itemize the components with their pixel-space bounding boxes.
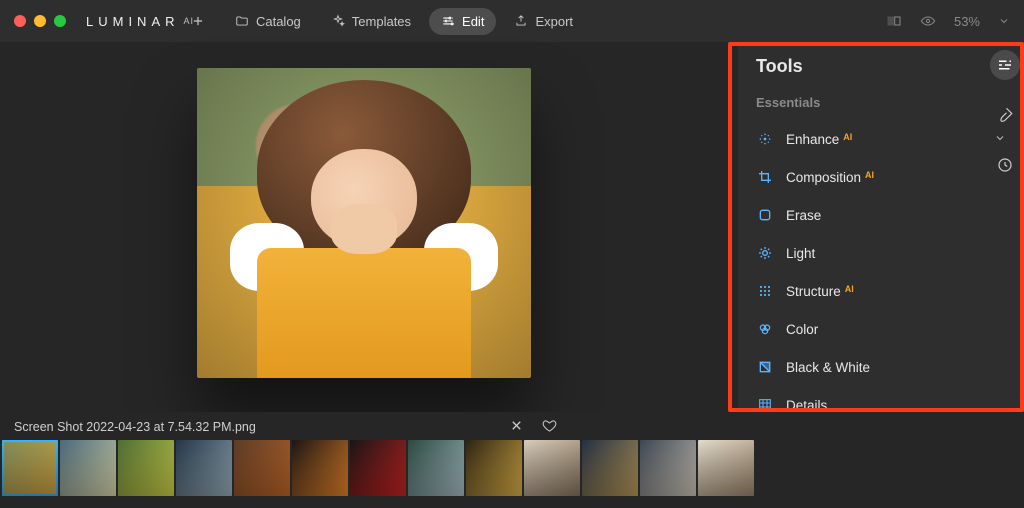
panel-history-button[interactable]	[990, 150, 1020, 180]
add-button[interactable]	[179, 8, 217, 35]
filmstrip-thumb[interactable]	[408, 440, 464, 496]
tool-label: Details	[786, 398, 1006, 413]
tool-label: EnhanceAI	[786, 132, 982, 147]
tab-templates[interactable]: Templates	[319, 8, 423, 35]
sliders-icon	[441, 14, 455, 28]
panel-sliders-button[interactable]	[990, 50, 1020, 80]
filmstrip-thumb[interactable]	[466, 440, 522, 496]
filmstrip-thumb[interactable]	[2, 440, 58, 496]
filmstrip-thumb[interactable]	[698, 440, 754, 496]
tool-light[interactable]: Light	[756, 234, 1006, 272]
filmstrip-thumb[interactable]	[640, 440, 696, 496]
tools-panel-wrap: Tools Essentials EnhanceAI CompositionAI E…	[728, 42, 1024, 412]
tools-panel: Tools Essentials EnhanceAI CompositionAI E…	[738, 42, 1024, 412]
tool-structure[interactable]: StructureAI	[756, 272, 1006, 310]
tool-label: Color	[786, 322, 1006, 337]
sliders-icon	[996, 56, 1014, 74]
sparkle-icon	[331, 14, 345, 28]
tab-edit[interactable]: Edit	[429, 8, 496, 35]
tab-label: Edit	[462, 14, 484, 29]
filmstrip-thumb[interactable]	[582, 440, 638, 496]
compare-icon	[886, 13, 902, 29]
panel-brush-button[interactable]	[990, 100, 1020, 130]
close-icon	[509, 418, 524, 433]
favorite-button[interactable]	[542, 418, 557, 436]
tools-section-title: Essentials	[756, 95, 1006, 110]
footer: Screen Shot 2022-04-23 at 7.54.32 PM.png	[0, 412, 1024, 508]
photo-canvas[interactable]	[0, 42, 728, 412]
tab-export[interactable]: Export	[502, 8, 585, 35]
upload-icon	[514, 14, 528, 28]
compare-view-button[interactable]	[886, 13, 902, 29]
tool-label: Black & White	[786, 360, 1006, 375]
filmstrip-thumb[interactable]	[176, 440, 232, 496]
filmstrip-thumb[interactable]	[292, 440, 348, 496]
preview-toggle[interactable]	[920, 13, 936, 29]
editor-stage: Tools Essentials EnhanceAI CompositionAI E…	[0, 42, 1024, 412]
topbar: LUMINAR AI Catalog Templates Edit Export	[0, 0, 1024, 42]
plus-icon	[191, 14, 205, 28]
file-bar: Screen Shot 2022-04-23 at 7.54.32 PM.png	[0, 412, 1024, 440]
top-tabs: Catalog Templates Edit Export	[0, 8, 764, 35]
tools-list: EnhanceAI CompositionAI Erase Light Structur…	[756, 120, 1006, 462]
filmstrip[interactable]	[0, 440, 1024, 498]
close-file-button[interactable]	[509, 418, 524, 436]
filmstrip-thumb[interactable]	[234, 440, 290, 496]
grid-dots-icon	[756, 282, 774, 300]
tool-label: StructureAI	[786, 284, 1006, 299]
tool-color[interactable]: Color	[756, 310, 1006, 348]
tool-composition[interactable]: CompositionAI	[756, 158, 1006, 196]
filmstrip-thumb[interactable]	[350, 440, 406, 496]
filmstrip-thumb[interactable]	[118, 440, 174, 496]
tool-label: Erase	[786, 208, 1006, 223]
heart-icon	[542, 418, 557, 433]
edited-photo	[197, 68, 531, 378]
tab-catalog[interactable]: Catalog	[223, 8, 313, 35]
zoom-level[interactable]: 53%	[954, 14, 980, 29]
chevron-down-icon[interactable]	[998, 15, 1010, 27]
folder-icon	[235, 14, 249, 28]
tool-enhance[interactable]: EnhanceAI	[756, 120, 1006, 158]
filmstrip-thumb[interactable]	[60, 440, 116, 496]
brush-icon	[996, 106, 1014, 124]
tab-label: Catalog	[256, 14, 301, 29]
tool-erase[interactable]: Erase	[756, 196, 1006, 234]
tab-label: Templates	[352, 14, 411, 29]
tools-panel-title: Tools	[756, 56, 803, 77]
tool-label: CompositionAI	[786, 170, 1006, 185]
filmstrip-thumb[interactable]	[524, 440, 580, 496]
current-filename: Screen Shot 2022-04-23 at 7.54.32 PM.png	[14, 420, 256, 434]
palette-icon	[756, 320, 774, 338]
eraser-icon	[756, 206, 774, 224]
ai-badge: AI	[865, 170, 874, 180]
ai-badge: AI	[843, 132, 852, 142]
tool-label: Light	[786, 246, 1006, 261]
panel-quick-icons	[990, 50, 1020, 180]
crop-icon	[756, 168, 774, 186]
half-square-icon	[756, 358, 774, 376]
tab-label: Export	[535, 14, 573, 29]
sparkle-dots-icon	[756, 130, 774, 148]
tool-black-white[interactable]: Black & White	[756, 348, 1006, 386]
eye-icon	[920, 13, 936, 29]
topbar-right: 53%	[886, 13, 1010, 29]
history-icon	[996, 156, 1014, 174]
sun-icon	[756, 244, 774, 262]
ai-badge: AI	[845, 284, 854, 294]
